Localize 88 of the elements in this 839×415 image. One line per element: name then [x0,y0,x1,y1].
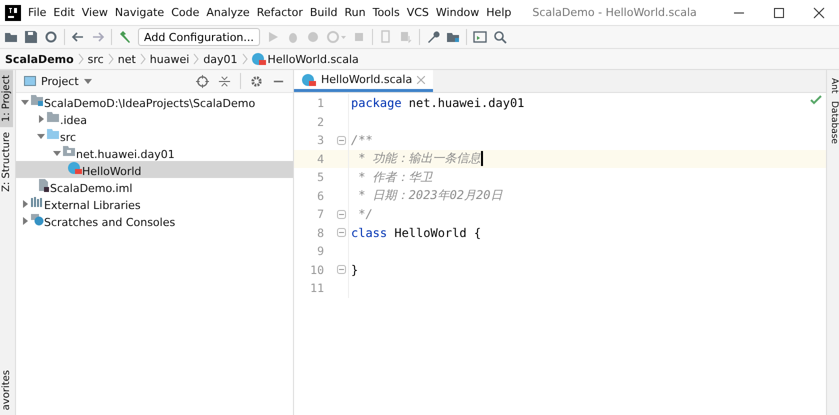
menu-item[interactable]: VCS [406,6,429,19]
tool-window-tab[interactable]: Database [827,101,839,144]
menu-item[interactable]: Window [436,6,480,19]
fold-icon[interactable] [337,265,346,274]
code-line: /** [351,133,373,148]
folder-icon[interactable] [4,30,18,44]
fold-icon[interactable] [337,210,346,219]
line-number: 3 [316,133,324,148]
settings-icon[interactable] [250,74,263,88]
menu-item[interactable]: View [82,6,108,19]
hammer-icon[interactable] [118,30,132,44]
expanded-arrow-icon[interactable] [52,148,62,158]
menu-item[interactable]: Build [310,6,338,19]
caret-icon [84,77,92,85]
breadcrumb-item[interactable]: src [88,52,104,66]
window-icon [24,75,36,87]
maximize-icon[interactable] [773,6,785,18]
chevron-icon [242,52,248,66]
menu-item[interactable]: Refactor [256,6,303,19]
breadcrumb-item[interactable]: huawei [150,52,190,66]
tool-window-tab[interactable]: Z: Structure [0,127,13,198]
module-icon [30,93,44,107]
search-icon[interactable] [492,30,507,44]
line-number: 7 [316,207,324,222]
iml-icon [36,178,50,192]
tool-window-tab[interactable]: avorites [0,370,15,415]
terminal-icon[interactable] [472,30,487,44]
menu-item[interactable]: Help [486,6,512,19]
wrench-icon[interactable] [426,30,440,44]
collapse-all-icon[interactable] [218,74,231,88]
locate-icon[interactable] [196,74,209,88]
menu-item[interactable]: Analyze [206,6,250,19]
line-number: 2 [316,114,324,129]
tool-window-tab[interactable]: Ant [827,78,839,94]
libraries-icon [30,195,44,209]
code-line: * 作者：华卫 [357,168,433,186]
window-title: ScalaDemo - HelloWorld.scala [532,6,698,19]
code-line: class HelloWorld { [351,226,482,240]
scala-icon [252,52,266,66]
tool-window-tab[interactable]: 1: Project [0,70,13,128]
scala-icon [68,161,82,175]
code-line: } [351,262,358,277]
editor-tab[interactable]: HelloWorld.scala [294,70,434,92]
package-icon [62,144,76,158]
tree-item[interactable]: HelloWorld [16,161,293,178]
collapsed-arrow-icon[interactable] [20,199,30,209]
menu-item[interactable]: File [28,6,46,19]
expanded-arrow-icon[interactable] [20,97,30,107]
line-number: 8 [316,226,324,240]
scratches-icon [30,212,44,226]
project-structure-icon[interactable] [446,30,460,44]
chevron-icon [78,52,84,66]
fold-icon[interactable] [337,228,346,238]
app-logo-icon [5,4,21,20]
menu-item[interactable]: Code [171,6,200,19]
breadcrumb-item[interactable]: day01 [203,52,238,66]
menu-item[interactable]: Run [344,6,366,19]
code-line: * 日期：2023年02月20日 [357,187,502,204]
line-number: 11 [309,281,324,296]
menu-item[interactable]: Tools [372,6,400,19]
menu-item[interactable]: Navigate [114,6,164,19]
check-icon [810,95,822,105]
breadcrumb-item[interactable]: HelloWorld.scala [252,52,359,66]
line-number: 1 [316,96,324,110]
code-line: */ [357,207,373,222]
line-number: 9 [316,244,324,258]
collapsed-arrow-icon[interactable] [20,216,30,226]
panel-title-dropdown[interactable]: Project [24,74,92,88]
line-number: 10 [309,262,324,277]
breadcrumb-item[interactable]: net [118,52,136,66]
chevron-icon [193,52,200,66]
close-icon[interactable] [813,6,825,18]
line-number: 6 [316,188,324,203]
run-configuration-button[interactable]: Add Configuration... [138,28,260,46]
line-number: 4 [316,152,324,166]
line-number: 5 [316,170,324,184]
menu-item[interactable]: Edit [53,6,75,19]
expanded-arrow-icon[interactable] [36,131,46,141]
code-line: package net.huawei.day01 [351,96,524,110]
chevron-icon [140,52,146,66]
back-arrow-icon[interactable] [71,30,85,44]
scala-icon [302,72,316,86]
breadcrumb-item[interactable]: ScalaDemo [5,52,74,66]
code-line: * 功能：输出一条信息 [357,150,483,168]
fold-icon[interactable] [337,136,346,145]
chevron-icon [108,52,114,66]
collapsed-arrow-icon[interactable] [36,114,46,124]
save-icon[interactable] [24,30,38,44]
